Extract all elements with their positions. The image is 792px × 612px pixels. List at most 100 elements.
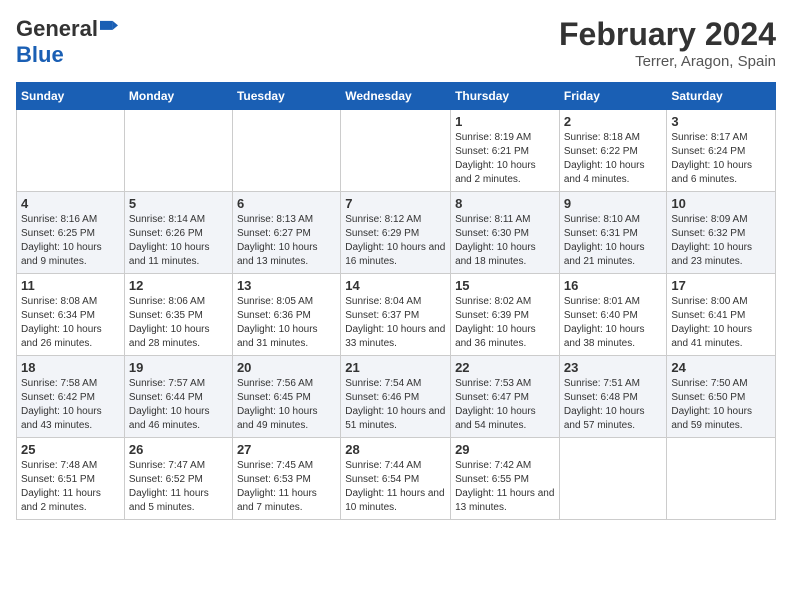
day-number: 4 [21, 196, 120, 211]
day-info: Sunrise: 8:08 AM Sunset: 6:34 PM Dayligh… [21, 295, 120, 351]
column-header-tuesday: Tuesday [232, 83, 340, 110]
column-header-saturday: Saturday [667, 83, 776, 110]
calendar-header-row: SundayMondayTuesdayWednesdayThursdayFrid… [17, 83, 776, 110]
column-header-friday: Friday [559, 83, 667, 110]
day-info: Sunrise: 8:02 AM Sunset: 6:39 PM Dayligh… [455, 295, 555, 351]
calendar-cell: 18 Sunrise: 7:58 AM Sunset: 6:42 PM Dayli… [17, 356, 125, 438]
calendar-cell: 9Sunrise: 8:10 AM Sunset: 6:31 PM Daylig… [559, 192, 667, 274]
day-info: Sunrise: 8:16 AM Sunset: 6:25 PM Dayligh… [21, 213, 120, 269]
calendar-cell: 17 Sunrise: 8:00 AM Sunset: 6:41 PM Dayli… [667, 274, 776, 356]
day-number: 22 [455, 360, 555, 375]
day-number: 6 [237, 196, 336, 211]
day-info: Sunrise: 7:48 AM Sunset: 6:51 PM Dayligh… [21, 459, 120, 515]
day-number: 7 [345, 196, 446, 211]
calendar-week-2: 4 Sunrise: 8:16 AM Sunset: 6:25 PM Daylig… [17, 192, 776, 274]
logo-blue: Blue [16, 42, 64, 67]
day-number: 11 [21, 278, 120, 293]
day-info: Sunrise: 7:45 AM Sunset: 6:53 PM Dayligh… [237, 459, 336, 515]
calendar-cell [124, 110, 232, 192]
column-header-monday: Monday [124, 83, 232, 110]
day-number: 18 [21, 360, 120, 375]
day-info: Sunrise: 7:47 AM Sunset: 6:52 PM Dayligh… [129, 459, 228, 515]
day-number: 21 [345, 360, 446, 375]
day-info: Sunrise: 7:57 AM Sunset: 6:44 PM Dayligh… [129, 377, 228, 433]
day-number: 16 [564, 278, 663, 293]
day-info: Sunrise: 7:50 AM Sunset: 6:50 PM Dayligh… [671, 377, 771, 433]
day-number: 20 [237, 360, 336, 375]
calendar-cell: 16 Sunrise: 8:01 AM Sunset: 6:40 PM Dayli… [559, 274, 667, 356]
day-number: 19 [129, 360, 228, 375]
column-header-thursday: Thursday [451, 83, 560, 110]
day-info: Sunrise: 8:13 AM Sunset: 6:27 PM Dayligh… [237, 213, 336, 269]
day-info: Sunrise: 8:09 AM Sunset: 6:32 PM Dayligh… [671, 213, 771, 269]
day-info: Sunrise: 7:51 AM Sunset: 6:48 PM Dayligh… [564, 377, 663, 433]
calendar-cell: 7 Sunrise: 8:12 AM Sunset: 6:29 PM Daylig… [341, 192, 451, 274]
calendar-cell: 24 Sunrise: 7:50 AM Sunset: 6:50 PM Dayli… [667, 356, 776, 438]
calendar-cell: 11 Sunrise: 8:08 AM Sunset: 6:34 PM Dayli… [17, 274, 125, 356]
calendar-cell: 10 Sunrise: 8:09 AM Sunset: 6:32 PM Dayli… [667, 192, 776, 274]
day-info: Sunrise: 7:44 AM Sunset: 6:54 PM Dayligh… [345, 459, 446, 515]
calendar-cell: 2 Sunrise: 8:18 AM Sunset: 6:22 PM Daylig… [559, 110, 667, 192]
day-info: Sunrise: 8:19 AM Sunset: 6:21 PM Dayligh… [455, 131, 555, 187]
column-header-sunday: Sunday [17, 83, 125, 110]
calendar-cell: 28Sunrise: 7:44 AM Sunset: 6:54 PM Dayli… [341, 438, 451, 520]
calendar-cell: 1 Sunrise: 8:19 AM Sunset: 6:21 PM Daylig… [451, 110, 560, 192]
calendar-cell [341, 110, 451, 192]
day-number: 29 [455, 442, 555, 457]
calendar-cell: 23 Sunrise: 7:51 AM Sunset: 6:48 PM Dayli… [559, 356, 667, 438]
day-number: 27 [237, 442, 336, 457]
calendar-cell: 22 Sunrise: 7:53 AM Sunset: 6:47 PM Dayli… [451, 356, 560, 438]
day-number: 10 [671, 196, 771, 211]
day-info: Sunrise: 8:17 AM Sunset: 6:24 PM Dayligh… [671, 131, 771, 187]
day-info: Sunrise: 8:10 AM Sunset: 6:31 PM Dayligh… [564, 213, 663, 269]
calendar-cell [17, 110, 125, 192]
day-info: Sunrise: 8:18 AM Sunset: 6:22 PM Dayligh… [564, 131, 663, 187]
calendar-cell: 27 Sunrise: 7:45 AM Sunset: 6:53 PM Dayli… [232, 438, 340, 520]
location: Terrer, Aragon, Spain [559, 53, 776, 70]
day-number: 8 [455, 196, 555, 211]
day-number: 17 [671, 278, 771, 293]
calendar-week-5: 25Sunrise: 7:48 AM Sunset: 6:51 PM Dayli… [17, 438, 776, 520]
calendar-week-1: 1 Sunrise: 8:19 AM Sunset: 6:21 PM Daylig… [17, 110, 776, 192]
calendar-cell [667, 438, 776, 520]
day-info: Sunrise: 7:54 AM Sunset: 6:46 PM Dayligh… [345, 377, 446, 433]
calendar-week-3: 11 Sunrise: 8:08 AM Sunset: 6:34 PM Dayli… [17, 274, 776, 356]
day-number: 3 [671, 114, 771, 129]
calendar-cell: 12 Sunrise: 8:06 AM Sunset: 6:35 PM Dayli… [124, 274, 232, 356]
day-info: Sunrise: 8:11 AM Sunset: 6:30 PM Dayligh… [455, 213, 555, 269]
calendar-cell: 25Sunrise: 7:48 AM Sunset: 6:51 PM Dayli… [17, 438, 125, 520]
calendar-cell: 4 Sunrise: 8:16 AM Sunset: 6:25 PM Daylig… [17, 192, 125, 274]
calendar-cell: 8 Sunrise: 8:11 AM Sunset: 6:30 PM Daylig… [451, 192, 560, 274]
day-number: 5 [129, 196, 228, 211]
logo-general: General [16, 16, 98, 42]
calendar-cell: 21 Sunrise: 7:54 AM Sunset: 6:46 PM Dayli… [341, 356, 451, 438]
day-number: 13 [237, 278, 336, 293]
calendar-cell: 14Sunrise: 8:04 AM Sunset: 6:37 PM Dayli… [341, 274, 451, 356]
day-info: Sunrise: 7:58 AM Sunset: 6:42 PM Dayligh… [21, 377, 120, 433]
day-number: 12 [129, 278, 228, 293]
day-info: Sunrise: 8:05 AM Sunset: 6:36 PM Dayligh… [237, 295, 336, 351]
day-number: 23 [564, 360, 663, 375]
calendar-cell: 13 Sunrise: 8:05 AM Sunset: 6:36 PM Dayli… [232, 274, 340, 356]
day-info: Sunrise: 8:00 AM Sunset: 6:41 PM Dayligh… [671, 295, 771, 351]
logo-flag-icon [100, 20, 118, 38]
calendar-cell: 19 Sunrise: 7:57 AM Sunset: 6:44 PM Dayli… [124, 356, 232, 438]
logo: General Blue [16, 16, 118, 68]
day-number: 1 [455, 114, 555, 129]
page-header: General Blue February 2024 Terrer, Arago… [16, 16, 776, 70]
calendar-table: SundayMondayTuesdayWednesdayThursdayFrid… [16, 82, 776, 520]
calendar-week-4: 18 Sunrise: 7:58 AM Sunset: 6:42 PM Dayli… [17, 356, 776, 438]
column-header-wednesday: Wednesday [341, 83, 451, 110]
day-number: 24 [671, 360, 771, 375]
day-number: 2 [564, 114, 663, 129]
calendar-cell: 26Sunrise: 7:47 AM Sunset: 6:52 PM Dayli… [124, 438, 232, 520]
day-number: 15 [455, 278, 555, 293]
day-info: Sunrise: 8:12 AM Sunset: 6:29 PM Dayligh… [345, 213, 446, 269]
calendar-cell: 3 Sunrise: 8:17 AM Sunset: 6:24 PM Daylig… [667, 110, 776, 192]
calendar-cell [232, 110, 340, 192]
day-info: Sunrise: 7:53 AM Sunset: 6:47 PM Dayligh… [455, 377, 555, 433]
day-info: Sunrise: 8:01 AM Sunset: 6:40 PM Dayligh… [564, 295, 663, 351]
day-info: Sunrise: 8:14 AM Sunset: 6:26 PM Dayligh… [129, 213, 228, 269]
day-info: Sunrise: 8:06 AM Sunset: 6:35 PM Dayligh… [129, 295, 228, 351]
month-title: February 2024 [559, 16, 776, 53]
